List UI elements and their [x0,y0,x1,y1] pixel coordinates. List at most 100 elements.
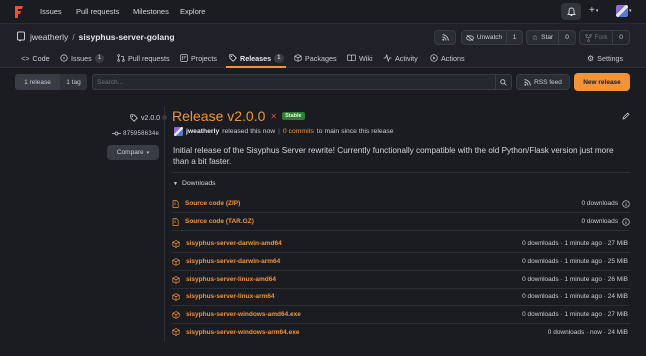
asset-name: sisyphus-server-windows-amd64.exe [186,311,301,318]
file-zip-icon [172,199,179,208]
source-archive-row[interactable]: Source code (TAR.GZ) 0 downloads [172,213,630,231]
asset-meta: 0 downloads · 1 minute ago · 25 MiB [522,258,628,265]
bell-icon[interactable] [561,3,581,20]
logo-icon[interactable] [13,5,25,19]
star-button[interactable]: ☆ Star [526,30,559,45]
tab-label: Settings [597,53,624,63]
rss-button[interactable] [434,30,456,45]
asset-name: Source code (TAR.GZ) [185,218,254,225]
release-commit[interactable]: 875958634e [112,130,159,137]
repo-separator: / [72,31,75,42]
star-icon: ☆ [531,34,539,42]
user-menu[interactable]: ▾ [616,5,632,17]
downloads-toggle[interactable]: ▼ Downloads [173,180,216,187]
plus-icon: + [589,5,595,16]
asset-meta: 0 downloads · 1 minute ago · 24 MiB [522,293,628,300]
avatar [616,5,628,17]
edit-release-button[interactable] [622,112,630,120]
avatar[interactable] [174,127,183,136]
search-input[interactable] [97,76,487,88]
asset-row[interactable]: sisyphus-server-darwin-arm64 0 downloads… [172,253,630,271]
source-archive-row[interactable]: Source code (ZIP) 0 downloads [172,195,630,213]
search-icon [500,78,507,86]
repo-title: jweatherly / sisyphus-server-golang [16,31,175,42]
rss-feed-label: RSS feed [534,78,562,86]
releases-toggle[interactable]: 1 release [15,74,60,90]
tab-label: Actions [441,53,465,63]
repo-icon [16,31,26,42]
close-icon: ✕ [270,111,278,121]
nav-issues[interactable]: Issues [40,7,62,16]
release-title[interactable]: Release v2.0.0 [172,108,265,124]
tab-actions[interactable]: Actions [430,52,465,64]
package-asset-icon [172,328,180,336]
commit-icon [112,131,121,136]
search-button[interactable] [495,75,511,89]
tab-wiki[interactable]: Wiki [347,52,373,64]
info-icon[interactable] [622,217,630,226]
tab-settings[interactable]: ⚙ Settings [587,52,623,64]
tab-issues[interactable]: Issues 1 [60,52,105,64]
tab-label: Releases [240,53,272,63]
issue-icon [60,54,68,62]
active-tab-underline [226,66,286,68]
package-asset-icon [172,310,180,319]
asset-meta: 0 downloads · 1 minute ago · 27 MiB [522,240,628,247]
fork-label: Fork [594,34,608,41]
tab-releases[interactable]: Releases 1 [229,52,284,64]
unwatch-button[interactable]: Unwatch [461,30,507,45]
top-navbar: Issues Pull requests Milestones Explore … [0,0,646,24]
asset-meta: 0 downloads · 1 minute ago · 27 MiB [522,311,628,318]
asset-meta: 0 downloads · 1 minute ago · 26 MiB [522,276,628,283]
asset-name: Source code (ZIP) [185,200,241,207]
search-bar [92,74,512,90]
asset-row[interactable]: sisyphus-server-windows-arm64.exe 0 down… [172,323,630,341]
tab-count: 1 [94,53,105,63]
tab-count: 1 [274,53,284,63]
gear-icon: ⚙ [587,53,595,63]
compare-button[interactable]: Compare ▾ [107,145,159,160]
unwatch-group: Unwatch 1 [461,30,523,45]
fork-group: Fork 0 [579,30,630,45]
info-icon[interactable] [622,199,630,208]
star-count[interactable]: 0 [559,30,576,45]
nav-explore[interactable]: Explore [180,7,205,16]
asset-row[interactable]: sisyphus-server-linux-arm64 0 downloads … [172,288,630,306]
file-zip-icon [172,217,179,226]
repo-name[interactable]: sisyphus-server-golang [79,32,175,42]
asset-name: sisyphus-server-darwin-amd64 [186,240,282,247]
release-tag[interactable]: v2.0.0 [130,114,160,122]
release-description: Initial release of the Sisyphus Server r… [173,146,614,166]
package-asset-icon [172,292,180,301]
activity-icon [383,54,392,62]
release-author[interactable]: jweatherly [186,128,219,135]
timeline-dot [162,115,167,120]
tab-label: Activity [395,53,418,63]
create-menu[interactable]: + ▾ [589,6,598,16]
asset-meta: 0 downloads · now · 24 MiB [547,328,628,336]
compare-label: Compare [116,149,144,156]
nav-pull-requests[interactable]: Pull requests [76,7,119,16]
unwatch-count[interactable]: 1 [507,30,523,45]
new-release-button[interactable]: New release [574,73,630,91]
tab-pull-requests[interactable]: Pull requests [117,52,170,64]
chevron-down-icon: ▾ [595,8,599,14]
repo-owner[interactable]: jweatherly [30,32,68,42]
fork-button[interactable]: Fork [579,30,613,45]
tab-packages[interactable]: Packages [294,52,337,64]
asset-name: sisyphus-server-linux-arm64 [186,293,275,300]
commits-link[interactable]: 0 commits [283,128,314,135]
tab-code[interactable]: <> Code [21,52,50,64]
rss-feed-button[interactable]: RSS feed [516,74,570,90]
commit-sha: 875958634e [123,130,160,137]
fork-count[interactable]: 0 [613,30,630,45]
tab-projects[interactable]: Projects [180,52,217,64]
tags-toggle[interactable]: 1 tag [60,74,87,90]
asset-row[interactable]: sisyphus-server-windows-amd64.exe 0 down… [172,306,630,324]
nav-milestones[interactable]: Milestones [133,7,169,16]
downloads-label: Downloads [181,180,216,187]
asset-row[interactable]: sisyphus-server-linux-amd64 0 downloads … [172,271,630,289]
tab-activity[interactable]: Activity [383,52,418,64]
asset-row[interactable]: sisyphus-server-darwin-amd64 0 downloads… [172,235,630,253]
wiki-icon [347,54,356,62]
